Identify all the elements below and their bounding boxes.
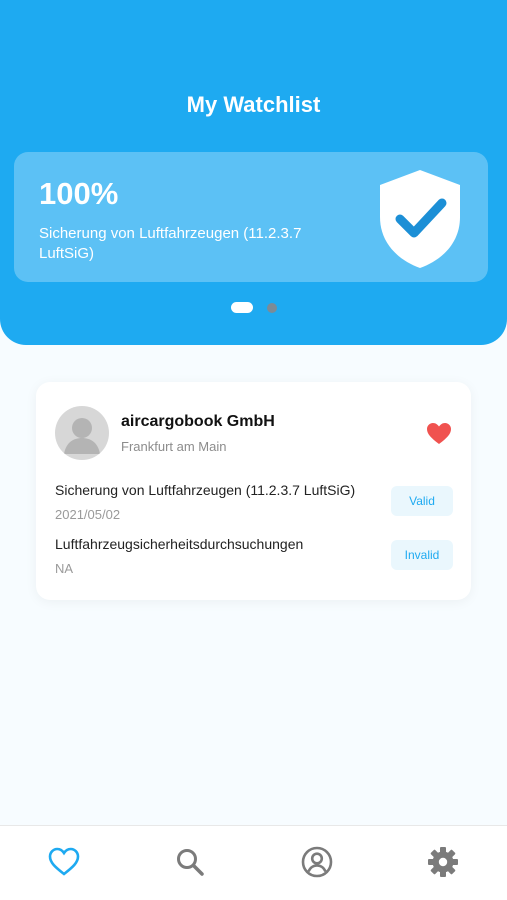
- carousel-indicator[interactable]: [0, 302, 507, 313]
- hero-card[interactable]: 100% Sicherung von Luftfahrzeugen (11.2.…: [14, 152, 488, 282]
- cert-title: Luftfahrzeugsicherheitsdurchsuchungen: [55, 536, 304, 552]
- status-badge[interactable]: Invalid: [391, 540, 453, 570]
- nav-search[interactable]: [173, 845, 207, 879]
- status-badge[interactable]: Valid: [391, 486, 453, 516]
- nav-settings[interactable]: [426, 845, 460, 879]
- page-title: My Watchlist: [186, 92, 321, 117]
- heart-icon: [48, 847, 80, 876]
- shield-check-icon: [380, 170, 460, 268]
- cert-date: NA: [55, 561, 74, 576]
- hero-percent: 100%: [39, 176, 119, 211]
- search-icon: [177, 849, 204, 876]
- header: My Watchlist 100% Sicherung von Luftfahr…: [0, 0, 507, 345]
- user-avatar-icon: [55, 406, 109, 460]
- hero-description: Sicherung von Luftfahrzeugen (11.2.3.7 L…: [39, 225, 302, 262]
- nav-profile[interactable]: [300, 845, 334, 879]
- nav-watchlist[interactable]: [47, 845, 81, 879]
- gear-icon: [428, 847, 458, 877]
- favorite-heart-icon[interactable]: [426, 422, 452, 446]
- company-city: Frankfurt am Main: [121, 439, 227, 454]
- carousel-dot[interactable]: [266, 302, 277, 313]
- cert-title: Sicherung von Luftfahrzeugen (11.2.3.7 L…: [55, 482, 356, 498]
- carousel-dot-active[interactable]: [230, 302, 253, 313]
- cert-date: 2021/05/02: [55, 507, 121, 522]
- company-card[interactable]: aircargobook GmbH Frankfurt am Main Sich…: [36, 382, 471, 600]
- bottom-nav: [0, 825, 507, 900]
- company-name: aircargobook GmbH: [121, 413, 275, 430]
- profile-icon: [301, 846, 333, 878]
